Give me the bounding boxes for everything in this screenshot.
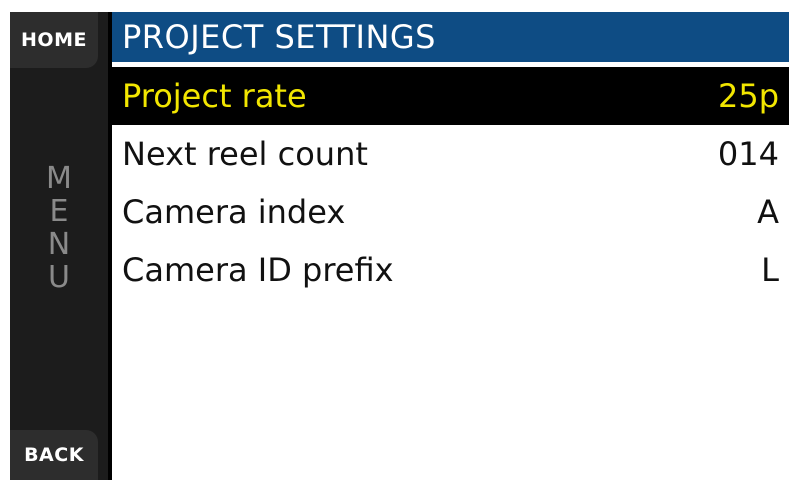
- home-button[interactable]: HOME: [10, 12, 98, 68]
- menu-letter: N: [47, 227, 71, 262]
- setting-row-project-rate[interactable]: Project rate 25p: [112, 67, 789, 125]
- setting-label: Project rate: [122, 77, 307, 115]
- setting-label: Camera ID prefix: [122, 251, 394, 289]
- page-title: PROJECT SETTINGS: [112, 12, 789, 62]
- back-button[interactable]: BACK: [10, 430, 98, 480]
- menu-letter: M: [46, 161, 72, 196]
- menu-vertical-label: M E N U: [10, 162, 108, 294]
- setting-label: Camera index: [122, 193, 346, 231]
- setting-label: Next reel count: [122, 135, 368, 173]
- settings-panel: PROJECT SETTINGS Project rate 25p Next r…: [112, 12, 789, 480]
- setting-row-camera-index[interactable]: Camera index A: [112, 183, 789, 241]
- setting-value: A: [757, 193, 779, 231]
- camera-screen: HOME M E N U BACK PROJECT SETTINGS Proje…: [10, 12, 789, 480]
- menu-letter: U: [48, 260, 70, 295]
- setting-row-next-reel-count[interactable]: Next reel count 014: [112, 125, 789, 183]
- setting-value: L: [761, 251, 779, 289]
- setting-value: 25p: [717, 77, 779, 115]
- left-rail: HOME M E N U BACK: [10, 12, 108, 480]
- setting-value: 014: [717, 135, 779, 173]
- setting-row-camera-id-prefix[interactable]: Camera ID prefix L: [112, 241, 789, 299]
- menu-letter: E: [49, 194, 69, 229]
